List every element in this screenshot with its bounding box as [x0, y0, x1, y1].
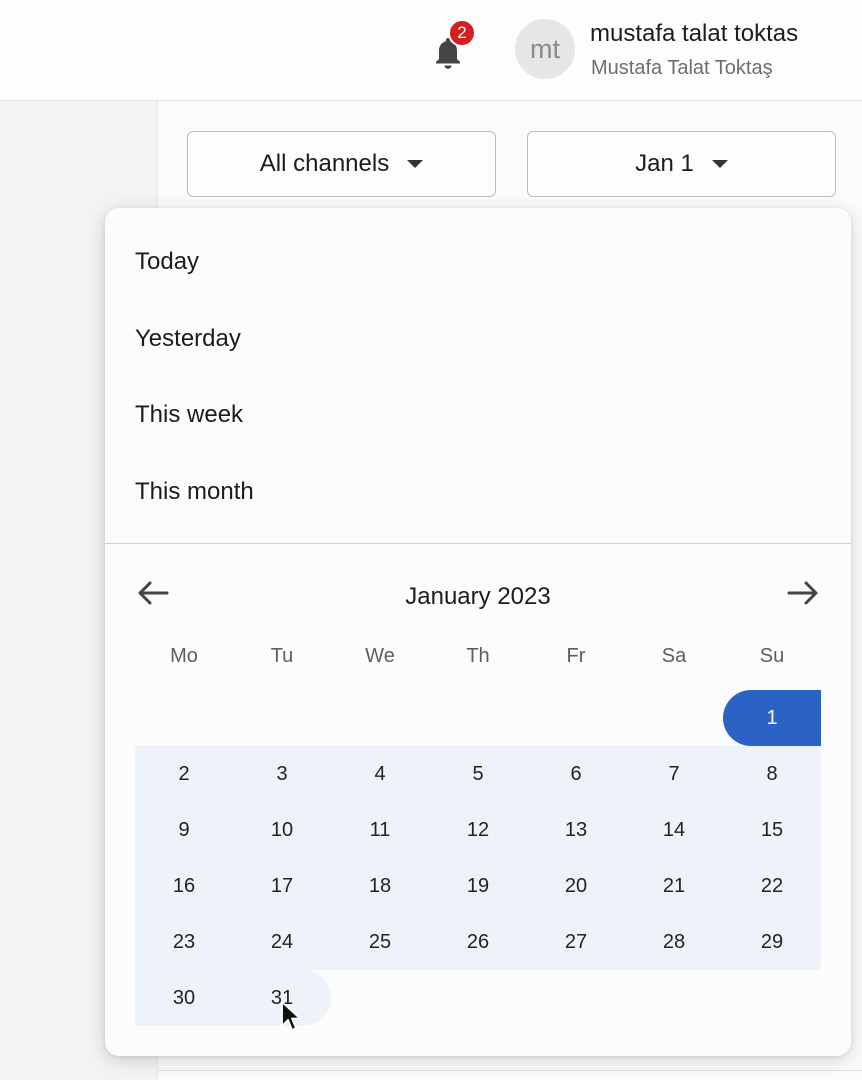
weekday-label: Fr	[566, 645, 586, 667]
calendar-day[interactable]: 5	[429, 746, 527, 802]
calendar-day[interactable]: 11	[331, 802, 429, 858]
calendar-day[interactable]: 15	[723, 802, 821, 858]
calendar-day[interactable]: 3	[233, 746, 331, 802]
date-dropdown-label: Jan 1	[635, 150, 694, 177]
weekday-label: We	[365, 645, 395, 667]
caret-down-icon	[407, 160, 424, 168]
calendar-day[interactable]: 27	[527, 914, 625, 970]
calendar-day[interactable]: 14	[625, 802, 723, 858]
calendar-day[interactable]: 17	[233, 858, 331, 914]
caret-down-icon	[711, 160, 728, 168]
channels-dropdown[interactable]: All channels	[187, 131, 496, 197]
date-picker-popup: Today Yesterday This week This month Jan…	[105, 208, 851, 1056]
calendar-day[interactable]: 29	[723, 914, 821, 970]
preset-this-week[interactable]: This week	[135, 401, 243, 429]
calendar-day[interactable]: 23	[135, 914, 233, 970]
divider	[157, 1070, 862, 1071]
preset-yesterday[interactable]: Yesterday	[135, 325, 241, 353]
user-display-name: Mustafa Talat Toktaş	[591, 57, 773, 79]
calendar-day[interactable]: 30	[135, 970, 233, 1026]
date-dropdown[interactable]: Jan 1	[527, 131, 836, 197]
user-name: mustafa talat toktas	[590, 20, 799, 47]
calendar-day[interactable]: 13	[527, 802, 625, 858]
calendar-day[interactable]: 19	[429, 858, 527, 914]
weekday-label: Mo	[170, 645, 198, 667]
mouse-cursor-icon	[281, 1001, 301, 1031]
weekday-label: Tu	[270, 645, 294, 667]
calendar-day[interactable]: 4	[331, 746, 429, 802]
notification-badge: 2	[448, 19, 476, 47]
calendar-day[interactable]: 1	[723, 690, 821, 746]
preset-today[interactable]: Today	[135, 248, 199, 276]
top-bar: 2 mt mustafa talat toktas Mustafa Talat …	[0, 0, 862, 101]
calendar-day[interactable]: 24	[233, 914, 331, 970]
calendar-day[interactable]: 25	[331, 914, 429, 970]
calendar-day[interactable]: 16	[135, 858, 233, 914]
calendar-day[interactable]: 26	[429, 914, 527, 970]
calendar-day[interactable]: 22	[723, 858, 821, 914]
calendar-day[interactable]: 9	[135, 802, 233, 858]
weekday-label: Sa	[661, 645, 687, 667]
weekday-label: Th	[466, 645, 490, 667]
arrow-right-icon[interactable]	[785, 578, 821, 608]
calendar-day[interactable]: 6	[527, 746, 625, 802]
channels-dropdown-label: All channels	[259, 150, 390, 177]
avatar[interactable]: mt	[515, 19, 575, 79]
calendar-day[interactable]: 2	[135, 746, 233, 802]
preset-this-month[interactable]: This month	[135, 478, 254, 506]
calendar-day[interactable]: 10	[233, 802, 331, 858]
calendar-day[interactable]: 20	[527, 858, 625, 914]
calendar-day[interactable]: 21	[625, 858, 723, 914]
calendar-day[interactable]: 18	[331, 858, 429, 914]
calendar-day[interactable]: 7	[625, 746, 723, 802]
calendar-day[interactable]: 12	[429, 802, 527, 858]
calendar-month-title: January 2023	[405, 583, 551, 610]
calendar-day[interactable]: 28	[625, 914, 723, 970]
weekday-label: Su	[759, 645, 785, 667]
divider	[105, 543, 851, 544]
calendar-day[interactable]: 8	[723, 746, 821, 802]
